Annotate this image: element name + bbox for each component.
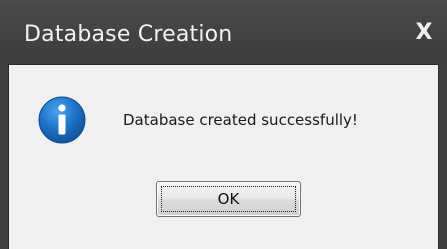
ok-button-label: OK xyxy=(161,186,296,212)
close-button[interactable]: X xyxy=(411,20,437,46)
ok-button[interactable]: OK xyxy=(156,181,301,217)
title-bar[interactable]: Database Creation X xyxy=(0,0,447,64)
dialog-title: Database Creation xyxy=(24,22,233,47)
info-icon xyxy=(38,96,86,144)
dialog-message: Database created successfully! xyxy=(123,111,358,129)
dialog-window: Database Creation X Database created suc… xyxy=(0,0,447,249)
dialog-content: Database created successfully! OK xyxy=(8,64,439,249)
